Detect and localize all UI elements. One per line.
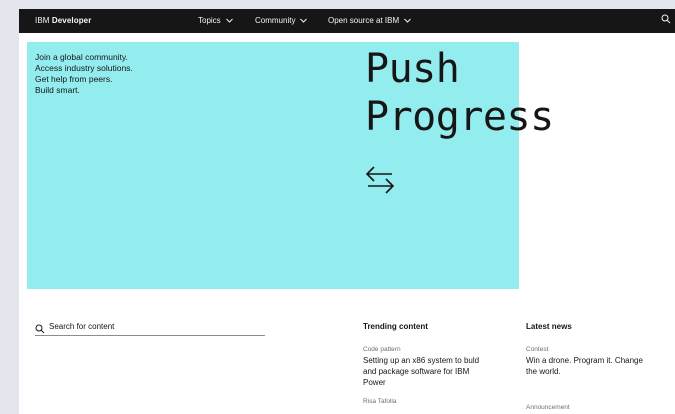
latest-news-section: Latest news Contest Win a drone. Program…	[526, 322, 656, 411]
nav-open-source[interactable]: Open source at IBM	[328, 16, 412, 25]
chevron-down-icon	[300, 16, 308, 25]
trending-title: Trending content	[363, 322, 428, 331]
item-title: Win a drone. Program it. Change the worl…	[526, 356, 643, 376]
nav-open-source-label: Open source at IBM	[328, 16, 400, 25]
headline-line-1: Push	[365, 46, 460, 92]
item-category: Risa Tafolla	[363, 398, 397, 405]
tagline-line: Access industry solutions.	[35, 63, 133, 73]
list-item[interactable]: Announcement	[526, 404, 656, 413]
swap-arrows-icon	[365, 165, 395, 200]
tagline-line: Join a global community.	[35, 52, 128, 62]
nav-topics-label: Topics	[198, 16, 221, 25]
list-item[interactable]: Code pattern Setting up an x86 system to…	[363, 346, 493, 388]
item-category: Contest	[526, 346, 549, 353]
hero-headline: Push Progress	[365, 45, 554, 141]
headline-line-2: Progress	[365, 94, 554, 140]
nav-community[interactable]: Community	[255, 16, 308, 25]
brand-name: Developer	[51, 16, 92, 25]
header-search-button[interactable]	[661, 14, 671, 26]
top-navigation-bar: IBM Developer Topics Community Open sour…	[19, 9, 675, 33]
trending-content-section: Trending content Code pattern Setting up…	[363, 322, 493, 405]
search-icon	[35, 321, 45, 339]
news-title: Latest news	[526, 322, 572, 331]
chevron-down-icon	[404, 16, 412, 25]
brand-prefix: IBM	[35, 16, 50, 25]
list-item[interactable]: Contest Win a drone. Program it. Change …	[526, 346, 656, 377]
chevron-down-icon	[225, 16, 233, 25]
nav-topics[interactable]: Topics	[198, 16, 233, 25]
hero-tagline: Join a global community. Access industry…	[35, 52, 133, 96]
item-category: Announcement	[526, 404, 570, 411]
nav-community-label: Community	[255, 16, 296, 25]
tagline-line: Get help from peers.	[35, 74, 113, 84]
list-item[interactable]: Risa Tafolla	[363, 398, 493, 407]
search-icon	[661, 14, 671, 26]
search-input[interactable]: Search for content	[35, 319, 265, 336]
tagline-line: Build smart.	[35, 85, 80, 95]
brand-logo[interactable]: IBM Developer	[35, 16, 91, 25]
search-placeholder: Search for content	[49, 322, 115, 331]
item-title: Setting up an x86 system to buld and pac…	[363, 356, 480, 387]
item-category: Code pattern	[363, 346, 401, 353]
page: IBM Developer Topics Community Open sour…	[19, 9, 675, 414]
